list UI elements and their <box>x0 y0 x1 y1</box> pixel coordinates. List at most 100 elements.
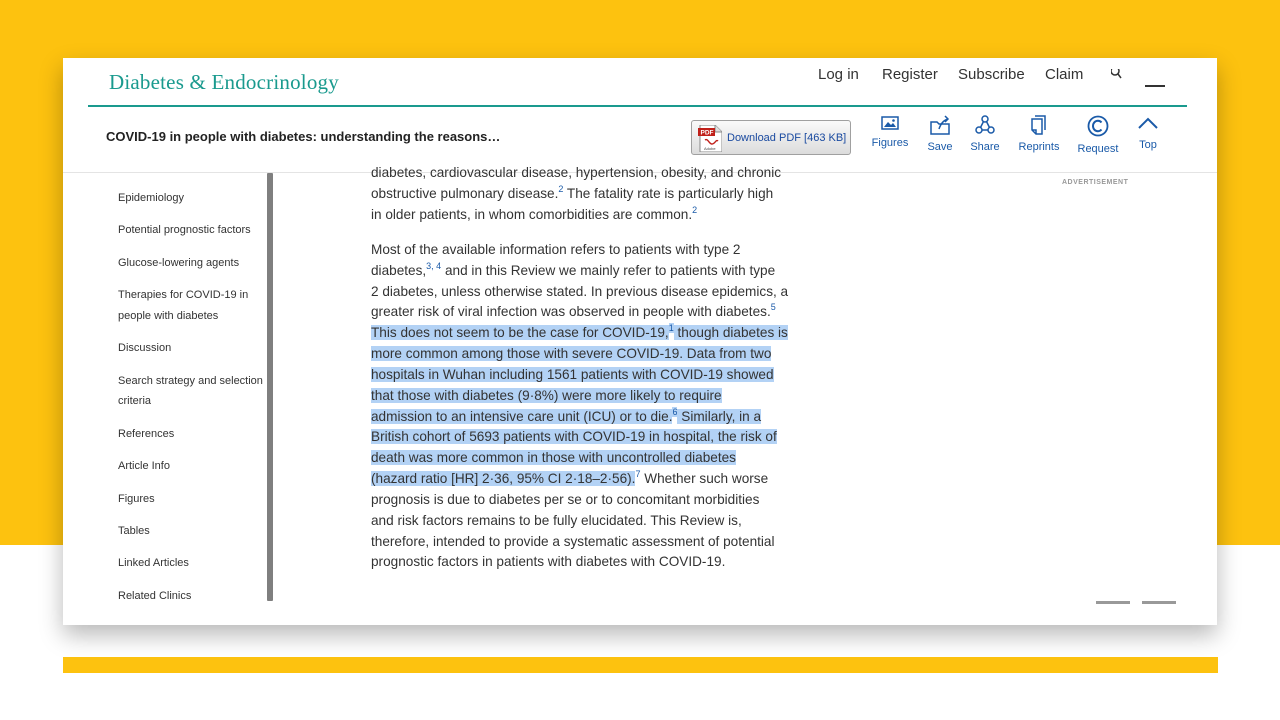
nav-claim[interactable]: Claim <box>1045 66 1083 83</box>
request-button[interactable]: Request <box>1076 115 1120 155</box>
outline-glucose-lowering-agents[interactable]: Glucose-lowering agents <box>118 253 239 273</box>
svg-text:Adobe: Adobe <box>704 146 716 151</box>
search-icon[interactable] <box>1110 66 1123 86</box>
nav-subscribe[interactable]: Subscribe <box>958 66 1025 83</box>
outline-article-info[interactable]: Article Info <box>118 456 170 476</box>
share-network-icon <box>975 115 995 134</box>
download-pdf-button[interactable]: PDF Adobe Download PDF [463 KB] <box>691 120 851 155</box>
outline-therapies-line1[interactable]: Therapies for COVID-19 in <box>118 285 248 305</box>
pdf-file-icon: PDF Adobe <box>698 124 723 157</box>
outline-tables[interactable]: Tables <box>118 521 150 541</box>
citation-link[interactable]: 2 <box>692 205 697 215</box>
save-folder-icon <box>930 115 950 135</box>
outline-figures[interactable]: Figures <box>118 489 155 509</box>
advertisement-label: ADVERTISEMENT <box>1062 179 1129 186</box>
save-button[interactable]: Save <box>922 115 958 153</box>
text-run: Most of the available information refers… <box>371 242 741 257</box>
outline-related-clinics[interactable]: Related Clinics <box>118 586 191 606</box>
text-run: prognostic factors in patients with diab… <box>371 554 726 569</box>
browser-page-card: Diabetes & Endocrinology Log in Register… <box>63 58 1217 625</box>
paragraph-2-line-12: (hazard ratio [HR] 2·36, 95% CI 2·18–2·5… <box>371 469 768 489</box>
menu-icon[interactable] <box>1145 75 1165 93</box>
sidebar-scrollbar[interactable] <box>267 173 273 601</box>
nav-register[interactable]: Register <box>882 66 938 83</box>
selected-text-run: This does not seem to be the case for CO… <box>371 325 669 340</box>
background-yellow-stripe <box>63 657 1218 673</box>
text-run: diabetes, <box>371 263 427 278</box>
article-outline-sidebar: Epidemiology Potential prognostic factor… <box>63 173 278 625</box>
text-run: greater risk of viral infection was obse… <box>371 304 771 319</box>
outline-linked-articles[interactable]: Linked Articles <box>118 553 189 573</box>
figures-button[interactable]: Figures <box>870 115 910 149</box>
citation-link[interactable]: 3, 4 <box>426 261 441 271</box>
text-run: in older patients, in whom comorbidities… <box>371 207 693 222</box>
paragraph-2-line-6: more common among those with severe COVI… <box>371 344 772 364</box>
citation-link[interactable]: 5 <box>771 302 776 312</box>
text-run: and risk factors remains to be fully elu… <box>371 513 742 528</box>
paragraph-2-line-4: greater risk of viral infection was obse… <box>371 302 776 322</box>
back-to-top-button[interactable]: Top <box>1135 115 1161 151</box>
selected-text-run: hospitals in Wuhan including 1561 patien… <box>371 367 774 382</box>
selected-text-run: (hazard ratio [HR] 2·36, 95% CI 2·18–2·5… <box>371 471 636 486</box>
paragraph-2-line-5: This does not seem to be the case for CO… <box>371 323 788 343</box>
request-copyright-icon <box>1087 115 1109 137</box>
paragraph-1-line-3: in older patients, in whom comorbidities… <box>371 205 697 225</box>
selected-text-run: that those with diabetes (9·8%) were mor… <box>371 388 722 403</box>
article-short-title: COVID-19 in people with diabetes: unders… <box>106 129 501 144</box>
paragraph-2-line-14: and risk factors remains to be fully elu… <box>371 511 742 531</box>
reprints-document-icon <box>1031 115 1046 135</box>
text-run: therefore, intended to provide a systema… <box>371 534 775 549</box>
text-run: Whether such worse <box>640 471 769 486</box>
share-button[interactable]: Share <box>966 115 1004 153</box>
selected-text-run: though diabetes is <box>673 325 788 340</box>
journal-brand[interactable]: Diabetes & Endocrinology <box>109 70 339 95</box>
selected-text-run: more common among those with severe COVI… <box>371 346 772 361</box>
paragraph-1-line-2: obstructive pulmonary disease.2 The fata… <box>371 184 773 204</box>
text-run: diabetes, cardiovascular disease, hypert… <box>371 165 782 180</box>
save-label: Save <box>927 141 953 153</box>
text-run: obstructive pulmonary disease. <box>371 186 559 201</box>
text-run: The fatality rate is particularly high <box>563 186 774 201</box>
outline-search-strategy-line2[interactable]: criteria <box>118 391 151 411</box>
text-run: 2 diabetes, unless otherwise stated. In … <box>371 284 789 299</box>
reprints-label: Reprints <box>1018 141 1060 153</box>
paragraph-2-line-16: prognostic factors in patients with diab… <box>371 552 725 572</box>
citation-link[interactable]: 1 <box>668 323 674 333</box>
figures-label: Figures <box>871 137 909 149</box>
outline-search-strategy-line1[interactable]: Search strategy and selection <box>118 371 263 391</box>
outline-discussion[interactable]: Discussion <box>118 338 171 358</box>
paragraph-2-line-13: prognosis is due to diabetes per se or t… <box>371 490 759 510</box>
paragraph-2-line-9: admission to an intensive care unit (ICU… <box>371 407 762 427</box>
nav-log-in[interactable]: Log in <box>818 66 859 83</box>
text-run: prognosis is due to diabetes per se or t… <box>371 492 760 507</box>
carousel-dash-2[interactable] <box>1142 601 1176 604</box>
outline-prognostic-factors[interactable]: Potential prognostic factors <box>118 220 251 240</box>
outline-epidemiology[interactable]: Epidemiology <box>118 188 184 208</box>
top-label: Top <box>1139 139 1157 151</box>
top-chevron-up-icon <box>1138 117 1158 129</box>
paragraph-2-line-7: hospitals in Wuhan including 1561 patien… <box>371 365 774 385</box>
selected-text-run: Similarly, in a <box>677 409 762 424</box>
carousel-dash-1[interactable] <box>1096 601 1130 604</box>
site-header: Diabetes & Endocrinology Log in Register… <box>63 58 1217 108</box>
figures-image-icon <box>881 116 899 130</box>
paragraph-2-line-15: therefore, intended to provide a systema… <box>371 532 775 552</box>
download-pdf-label: Download PDF [463 KB] <box>727 132 847 144</box>
outline-references[interactable]: References <box>118 424 174 444</box>
paragraph-2-line-8: that those with diabetes (9·8%) were mor… <box>371 386 722 406</box>
selected-text-run: British cohort of 5693 patients with COV… <box>371 429 777 444</box>
svg-text:PDF: PDF <box>701 130 714 137</box>
outline-therapies-line2[interactable]: people with diabetes <box>118 306 218 326</box>
paragraph-2-line-3: 2 diabetes, unless otherwise stated. In … <box>371 282 788 302</box>
reprints-button[interactable]: Reprints <box>1017 115 1061 153</box>
text-run: and in this Review we mainly refer to pa… <box>441 263 776 278</box>
share-label: Share <box>970 141 1000 153</box>
selected-text-run: death was more common in those with unco… <box>371 450 736 465</box>
selected-text-run: admission to an intensive care unit (ICU… <box>371 409 673 424</box>
paragraph-2-line-11: death was more common in those with unco… <box>371 448 736 468</box>
request-label: Request <box>1077 143 1119 155</box>
paragraph-2-line-2: diabetes,3, 4 and in this Review we main… <box>371 261 775 281</box>
paragraph-1-line-1: diabetes, cardiovascular disease, hypert… <box>371 163 781 183</box>
paragraph-2-line-1: Most of the available information refers… <box>371 240 741 260</box>
paragraph-2-line-10: British cohort of 5693 patients with COV… <box>371 427 777 447</box>
